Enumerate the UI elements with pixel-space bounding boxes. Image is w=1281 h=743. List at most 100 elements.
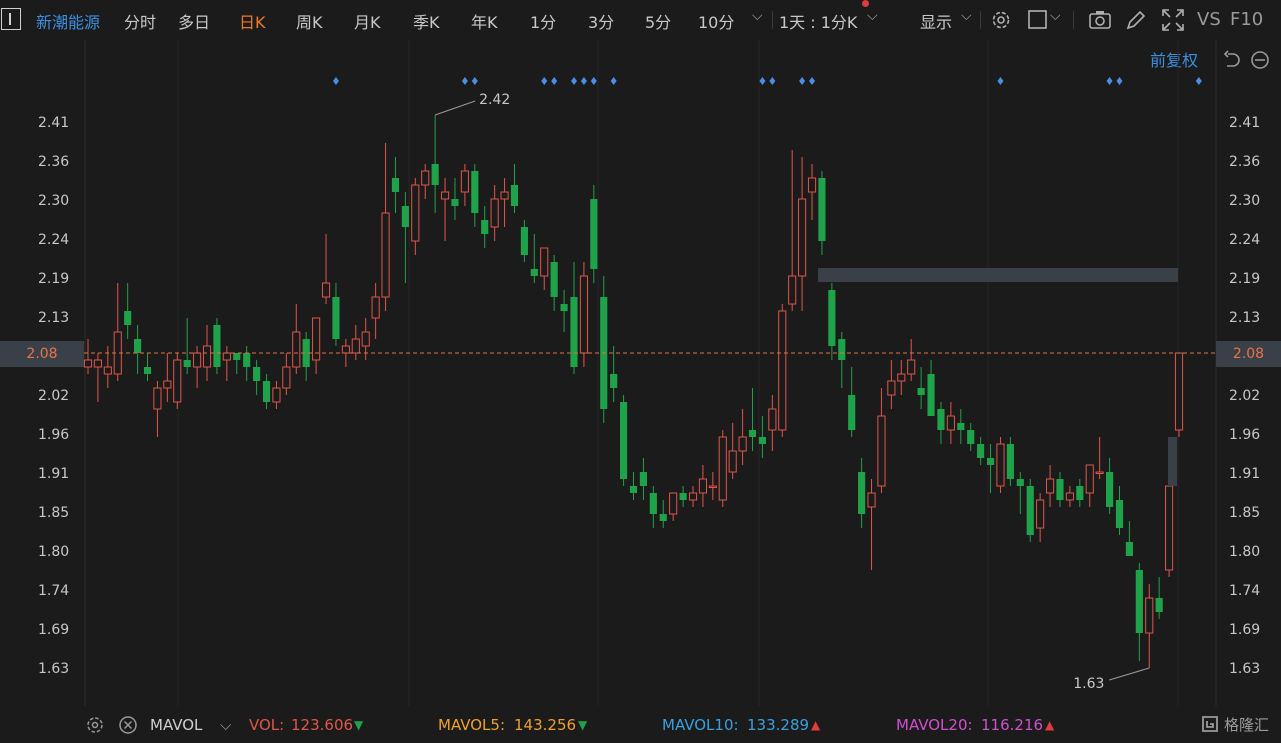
candle bbox=[401, 192, 409, 283]
candle-body bbox=[768, 408, 777, 431]
candle-body bbox=[292, 331, 301, 368]
toolbar-divider bbox=[980, 11, 981, 29]
camera-icon[interactable] bbox=[1087, 7, 1113, 33]
candle bbox=[828, 283, 836, 360]
candle-body bbox=[718, 436, 727, 501]
candle bbox=[1174, 352, 1184, 437]
candle bbox=[371, 283, 380, 339]
tab-week-k[interactable]: 周K bbox=[296, 9, 323, 33]
candle-body bbox=[481, 220, 489, 234]
tab-month-k[interactable]: 月K bbox=[354, 9, 381, 33]
candle-body bbox=[649, 493, 657, 514]
candle-body bbox=[401, 206, 409, 227]
fullscreen-icon[interactable] bbox=[1160, 7, 1186, 33]
candle bbox=[758, 416, 767, 458]
candle bbox=[321, 234, 331, 304]
candle bbox=[738, 409, 747, 465]
candle-body bbox=[1125, 542, 1133, 556]
gear-icon[interactable] bbox=[988, 7, 1014, 33]
tab-year-k[interactable]: 年K bbox=[471, 9, 498, 33]
stock-name[interactable]: 新潮能源 bbox=[36, 9, 100, 33]
mavol10-value: 133.289 bbox=[747, 716, 810, 734]
tab-3min[interactable]: 3分 bbox=[588, 9, 614, 33]
candle bbox=[421, 164, 430, 199]
price-axis-tick-right: 1.80 bbox=[1229, 544, 1260, 560]
vol-label: VOL: bbox=[249, 716, 285, 734]
candle bbox=[391, 157, 400, 213]
indicator-chevron-down-icon[interactable]: ⌵ bbox=[220, 716, 231, 734]
candle bbox=[996, 437, 1005, 493]
combo-period-select[interactable]: 1天 : 1分K bbox=[779, 9, 857, 33]
tab-1min[interactable]: 1分 bbox=[530, 9, 556, 33]
candle bbox=[858, 458, 866, 528]
candle bbox=[907, 339, 916, 381]
price-axis-tick-left: 1.96 bbox=[38, 427, 69, 443]
candle bbox=[1076, 479, 1084, 507]
price-axis-tick-right: 2.13 bbox=[1229, 310, 1260, 326]
candle-body bbox=[1065, 492, 1074, 501]
candle bbox=[718, 430, 727, 507]
candle bbox=[887, 360, 896, 409]
vs-compare-button[interactable]: VS bbox=[1197, 9, 1221, 30]
indicator-name-select[interactable]: MAVOL bbox=[150, 716, 202, 734]
candle-body bbox=[688, 492, 698, 501]
candle-body bbox=[1056, 479, 1064, 500]
candle-body bbox=[93, 359, 102, 368]
tab-5min[interactable]: 5分 bbox=[645, 9, 671, 33]
price-axis-tick-left: 2.36 bbox=[38, 154, 69, 170]
candle bbox=[768, 395, 777, 451]
candle-body bbox=[818, 178, 826, 241]
candle bbox=[917, 367, 925, 409]
indicator-close-icon[interactable] bbox=[118, 715, 138, 735]
candle-body bbox=[1095, 471, 1104, 474]
candle-body bbox=[957, 423, 965, 430]
candle-body bbox=[579, 275, 588, 354]
mavol10-up-arrow-icon: ▲ bbox=[811, 718, 821, 732]
mavol5-value: 143.256 bbox=[514, 716, 577, 734]
candle-body bbox=[659, 514, 667, 521]
candle bbox=[222, 346, 231, 381]
tab-day-k[interactable]: 日K bbox=[239, 9, 266, 33]
candle-body bbox=[679, 493, 687, 500]
mavol20-up-arrow-icon: ▲ bbox=[1045, 718, 1055, 732]
candle bbox=[818, 171, 826, 255]
candlestick-chart[interactable]: 2.42 1.63 2.41 2.41 2.36 2.36 2.30 2.30 2.24 2.2… bbox=[0, 40, 1281, 706]
f10-button[interactable]: F10 bbox=[1230, 9, 1263, 30]
candle bbox=[253, 360, 261, 395]
notification-dot-icon bbox=[862, 0, 869, 7]
period-dropdown-chevron-icon[interactable]: ⌵ bbox=[752, 8, 763, 24]
indicator-settings-gear-icon[interactable] bbox=[85, 715, 105, 735]
tab-multi-day[interactable]: 多日 bbox=[178, 9, 210, 33]
candle-body bbox=[1085, 464, 1094, 494]
menu-icon[interactable] bbox=[1, 8, 21, 30]
candle-body bbox=[1115, 500, 1124, 528]
display-chevron-down-icon[interactable]: ⌵ bbox=[961, 8, 972, 24]
candle-body bbox=[341, 345, 350, 354]
signal-marker-icon bbox=[769, 77, 776, 85]
candle-body bbox=[1174, 352, 1184, 431]
checkbox-icon[interactable] bbox=[1025, 7, 1051, 33]
candle-body bbox=[163, 380, 172, 389]
signal-marker-icon bbox=[471, 77, 478, 85]
candle-body bbox=[798, 198, 807, 277]
candle-body bbox=[321, 282, 331, 298]
checkbox-chevron-down-icon[interactable]: ⌵ bbox=[1050, 8, 1061, 24]
candle-body bbox=[83, 359, 93, 368]
candle bbox=[1165, 472, 1174, 577]
tab-10min[interactable]: 10分 bbox=[698, 9, 734, 33]
candle bbox=[649, 486, 657, 528]
candle bbox=[1125, 521, 1133, 556]
signal-marker-icon bbox=[332, 77, 339, 85]
tab-fenshi[interactable]: 分时 bbox=[124, 9, 156, 33]
candle-body bbox=[431, 164, 439, 185]
display-menu[interactable]: 显示 bbox=[920, 9, 952, 33]
tab-quarter-k[interactable]: 季K bbox=[413, 9, 440, 33]
candle-body bbox=[253, 367, 261, 381]
candle-body bbox=[996, 443, 1005, 487]
combo-chevron-down-icon[interactable]: ⌵ bbox=[867, 8, 878, 24]
pencil-icon[interactable] bbox=[1123, 7, 1149, 33]
candle-body bbox=[411, 184, 420, 242]
candle bbox=[1045, 465, 1055, 507]
price-axis-tick-right: 2.02 bbox=[1229, 388, 1260, 404]
candle-body bbox=[1016, 479, 1024, 486]
